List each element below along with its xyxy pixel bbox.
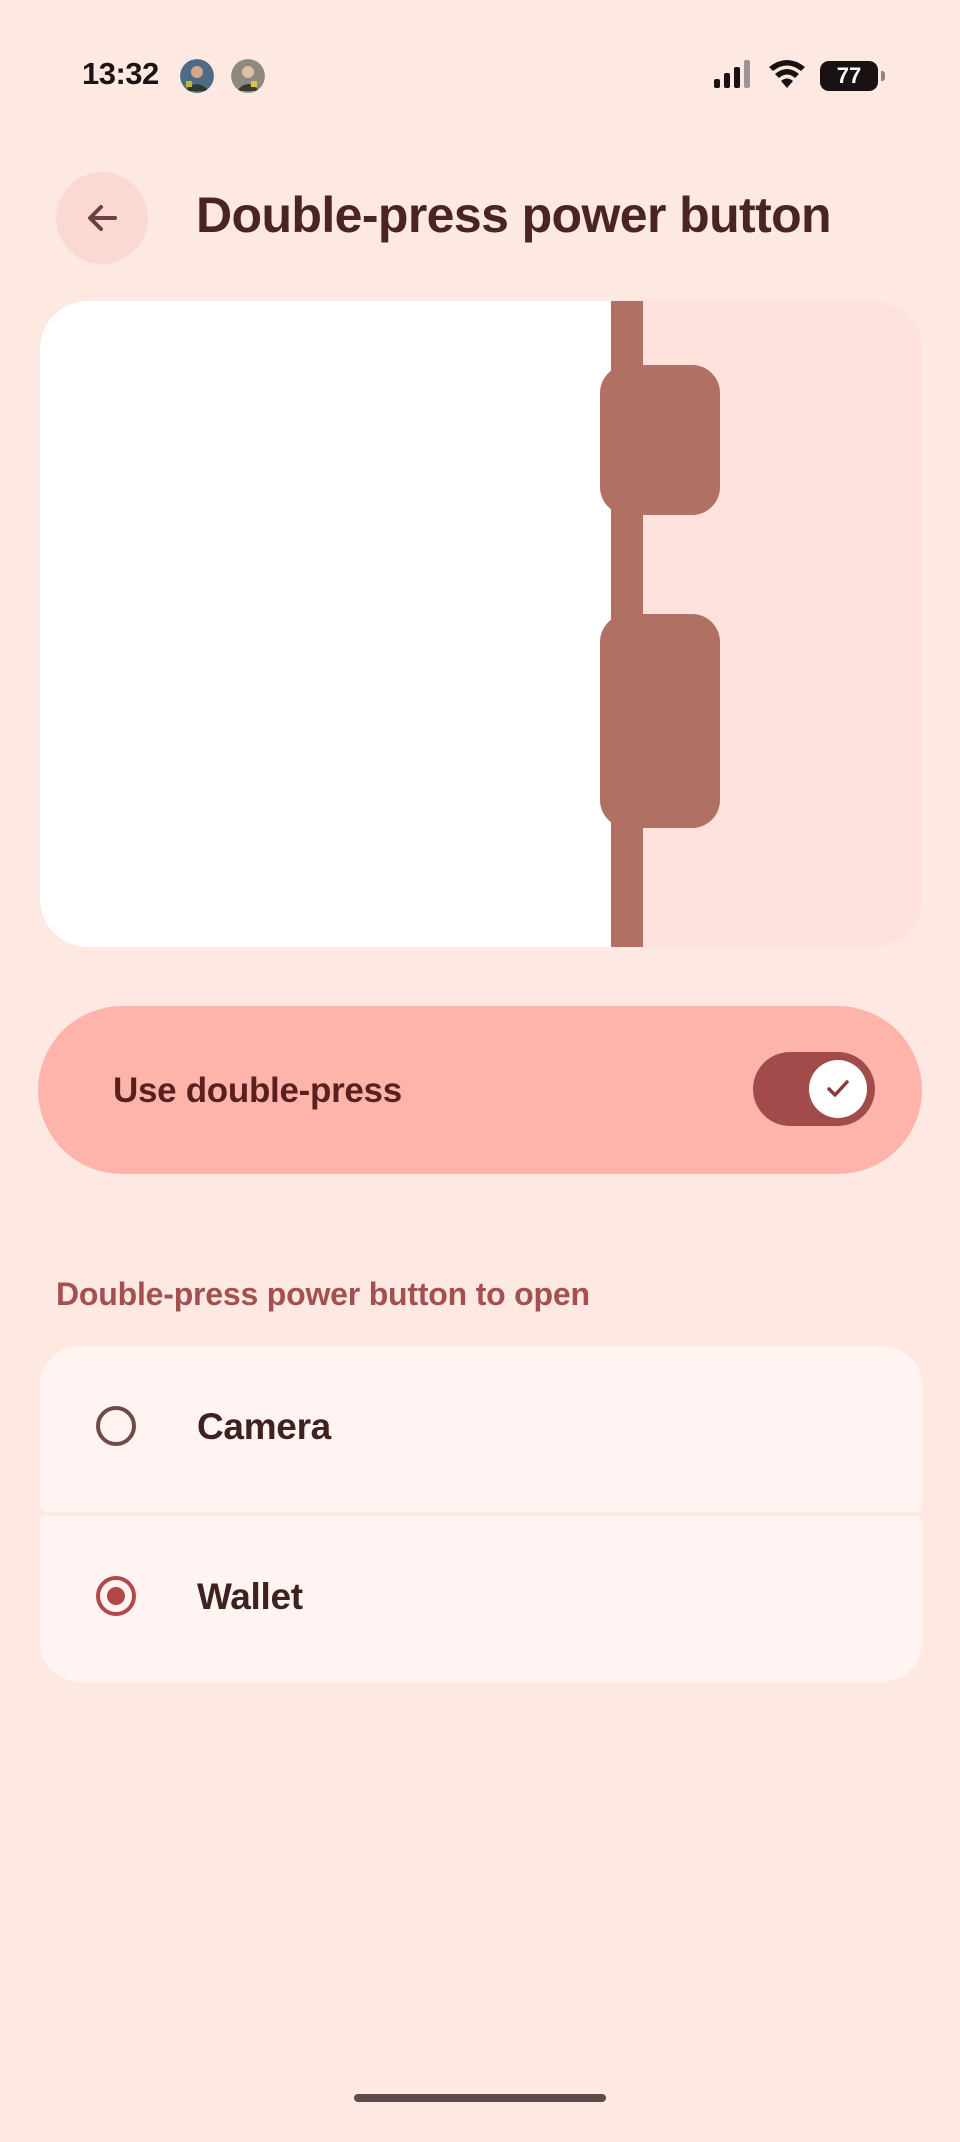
option-label: Camera (197, 1406, 331, 1447)
avatar (231, 59, 265, 93)
use-double-press-switch[interactable] (753, 1052, 875, 1126)
switch-thumb (809, 1060, 867, 1118)
power-button-illustration (40, 301, 922, 947)
wifi-icon (768, 59, 806, 94)
toggle-label: Use double-press (113, 1071, 402, 1110)
radio-wallet[interactable] (96, 1576, 136, 1616)
option-label: Wallet (197, 1576, 303, 1617)
check-icon (827, 1080, 849, 1097)
option-camera[interactable]: Camera (40, 1346, 922, 1512)
section-header: Double-press power button to open (56, 1276, 590, 1312)
battery-cap (881, 71, 885, 81)
option-wallet[interactable]: Wallet (40, 1516, 922, 1682)
home-indicator[interactable] (354, 2094, 606, 2102)
battery-level: 77 (836, 63, 862, 88)
back-button[interactable] (56, 172, 148, 264)
radio-camera[interactable] (96, 1406, 136, 1446)
avatar (180, 59, 214, 93)
page-title: Double-press power button (196, 187, 832, 243)
use-double-press-toggle-row[interactable]: Use double-press (38, 1006, 922, 1174)
status-time: 13:32 (82, 56, 159, 91)
status-bar: 13:32 77 (0, 0, 960, 150)
radio-selected-dot (107, 1587, 125, 1605)
status-icons: 77 (714, 58, 885, 94)
signal-icon (714, 59, 754, 93)
battery-icon: 77 (820, 61, 885, 91)
arrow-back-icon (88, 205, 117, 231)
open-target-options: Camera Wallet (40, 1346, 922, 1682)
